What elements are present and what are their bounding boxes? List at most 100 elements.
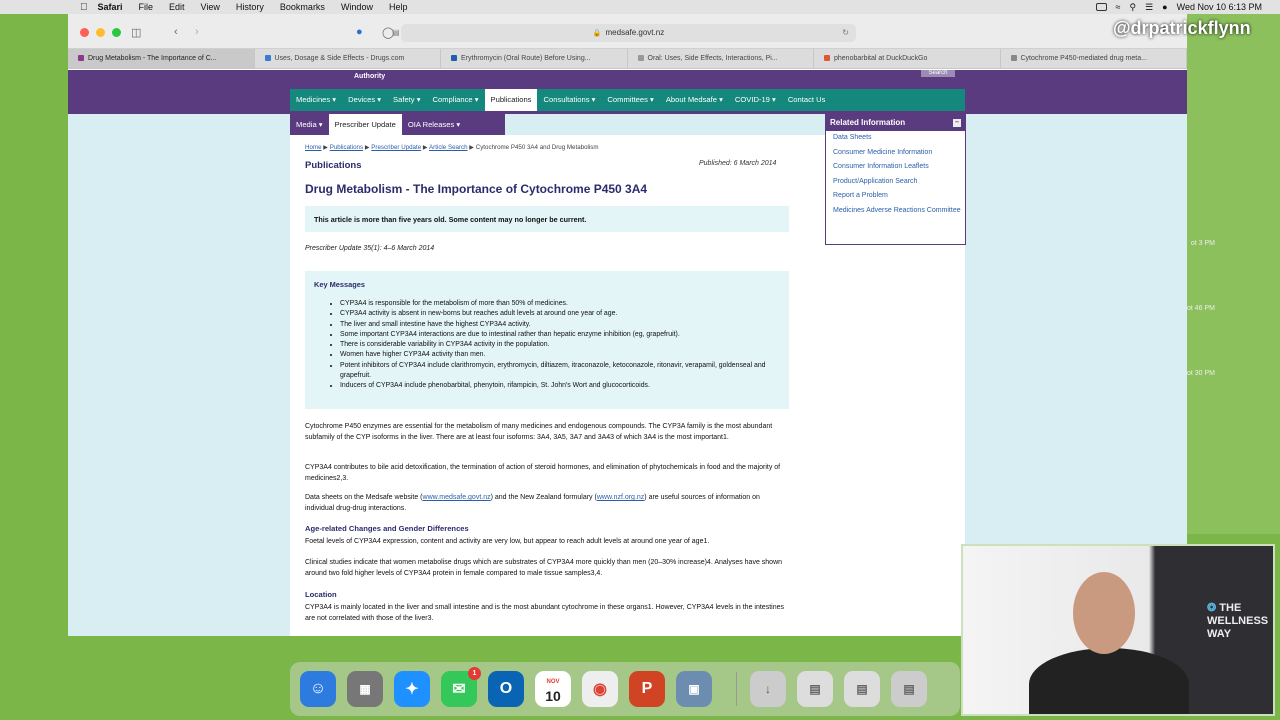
favicon-icon <box>451 55 457 62</box>
menu-window[interactable]: Window <box>341 2 373 12</box>
powerpoint-icon[interactable]: P <box>629 671 665 707</box>
list-item: There is considerable variability in CYP… <box>340 340 780 350</box>
safari-icon[interactable]: ✦ <box>394 671 430 707</box>
list-item: CYP3A4 is responsible for the metabolism… <box>340 299 780 309</box>
menu-file[interactable]: File <box>139 2 154 12</box>
browser-tab[interactable]: Cytochrome P450-mediated drug meta... <box>1001 49 1187 68</box>
zoom-button[interactable] <box>112 28 121 37</box>
related-link[interactable]: Consumer Information Leaflets <box>826 160 965 175</box>
main-nav: Medicines ▾ Devices ▾ Safety ▾ Complianc… <box>290 89 965 111</box>
presenter-body <box>1029 648 1189 714</box>
nav-devices[interactable]: Devices ▾ <box>342 89 387 111</box>
chrome-icon[interactable]: ◉ <box>582 671 618 707</box>
menu-clock[interactable]: Wed Nov 10 6:13 PM <box>1177 2 1262 12</box>
site-authority-text: Authority <box>354 73 386 80</box>
nav-label: Publications <box>490 95 532 104</box>
search-icon[interactable]: ⚲ <box>1130 2 1137 13</box>
menu-bookmarks[interactable]: Bookmarks <box>280 2 325 12</box>
nav-consultations[interactable]: Consultations ▾ <box>537 89 601 111</box>
document-thumbnail-icon[interactable]: ▤ <box>844 671 880 707</box>
sidebar-icon[interactable]: ◫ <box>131 26 141 39</box>
breadcrumb-link[interactable]: Prescriber Update <box>371 144 421 151</box>
outlook-icon[interactable]: O <box>488 671 524 707</box>
breadcrumb-link[interactable]: Publications <box>330 144 363 151</box>
paragraph-text: ) and the New Zealand formulary ( <box>490 494 597 501</box>
watermark: @drpatrickflynn <box>1113 18 1251 38</box>
nav-about[interactable]: About Medsafe ▾ <box>660 89 729 111</box>
browser-tab[interactable]: Drug Metabolism - The Importance of C... <box>68 49 255 68</box>
list-item: Women have higher CYP3A4 activity than m… <box>340 350 780 360</box>
nzf-link[interactable]: www.nzf.org.nz <box>597 494 644 501</box>
subnav-prescriber-update[interactable]: Prescriber Update <box>328 114 402 135</box>
nav-publications[interactable]: Publications <box>484 89 538 111</box>
document-thumbnail-icon[interactable]: ▤ <box>891 671 927 707</box>
control-center-icon[interactable]: ☰ <box>1145 2 1153 13</box>
notification-badge: 1 <box>468 667 481 680</box>
document-thumbnail-icon[interactable]: ▤ <box>797 671 833 707</box>
messages-icon[interactable]: ✉ 1 <box>441 667 481 707</box>
nav-contact[interactable]: Contact Us <box>782 89 832 111</box>
menu-history[interactable]: History <box>236 2 264 12</box>
related-link[interactable]: Product/Application Search <box>826 175 965 190</box>
breadcrumb-link[interactable]: Article Search <box>429 144 468 151</box>
related-link[interactable]: Report a Problem <box>826 189 965 204</box>
related-link[interactable]: Data Sheets <box>826 131 965 146</box>
logo-line: WELLNESS <box>1207 615 1269 627</box>
reload-icon[interactable]: ↻ <box>842 24 849 42</box>
desktop-file-label[interactable]: ot 46 PM <box>1185 305 1215 312</box>
tab-title: Uses, Dosage & Side Effects - Drugs.com <box>274 55 405 62</box>
address-bar[interactable]: ▤ 🔒 medsafe.govt.nz ↻ <box>392 24 856 42</box>
siri-icon[interactable]: ● <box>1162 2 1167 12</box>
menu-edit[interactable]: Edit <box>169 2 185 12</box>
list-item: Inducers of CYP3A4 include phenobarbital… <box>340 381 780 391</box>
subheading-age: Age-related Changes and Gender Differenc… <box>305 524 469 533</box>
collapse-icon[interactable]: – <box>953 119 961 127</box>
desktop-file-label[interactable]: ot 30 PM <box>1185 370 1215 377</box>
subnav-media[interactable]: Media ▾ <box>290 114 329 135</box>
battery-icon[interactable] <box>1095 3 1107 11</box>
site-search-button[interactable]: Search <box>921 70 955 77</box>
preview-icon[interactable]: ▣ <box>676 671 712 707</box>
nav-compliance[interactable]: Compliance ▾ <box>427 89 485 111</box>
menu-help[interactable]: Help <box>389 2 408 12</box>
nav-committees[interactable]: Committees ▾ <box>601 89 659 111</box>
browser-tab[interactable]: Erythromycin (Oral Route) Before Using..… <box>441 49 628 68</box>
nav-label: Compliance <box>432 95 473 104</box>
tab-title: phenobarbital at DuckDuckGo <box>834 55 928 62</box>
menu-app-name[interactable]: Safari <box>98 2 123 12</box>
forward-icon[interactable]: › <box>195 26 199 38</box>
minimize-button[interactable] <box>96 28 105 37</box>
launchpad-icon[interactable]: ▦ <box>347 671 383 707</box>
calendar-icon[interactable]: NOV 10 <box>535 671 571 707</box>
menu-view[interactable]: View <box>201 2 220 12</box>
finder-icon[interactable]: ☺ <box>300 671 336 707</box>
extension-icon[interactable]: ● <box>356 26 363 38</box>
breadcrumb-link[interactable]: Home <box>305 144 322 151</box>
browser-tab[interactable]: Uses, Dosage & Side Effects - Drugs.com <box>255 49 441 68</box>
apple-icon[interactable]:  <box>80 2 88 13</box>
wifi-icon[interactable]: ≈ <box>1116 2 1121 12</box>
subnav-label: Media <box>296 120 317 129</box>
related-link[interactable]: Medicines Adverse Reactions Committee <box>826 204 965 219</box>
window-controls <box>80 28 121 37</box>
desktop-file-label[interactable]: ot 3 PM <box>1185 240 1215 247</box>
download-stack-icon[interactable]: ↓ <box>750 671 786 707</box>
paragraph: Data sheets on the Medsafe website (www.… <box>305 492 789 514</box>
sub-nav: Media ▾ Prescriber Update OIA Releases ▾ <box>290 114 505 135</box>
nav-medicines[interactable]: Medicines ▾ <box>290 89 342 111</box>
nav-covid[interactable]: COVID-19 ▾ <box>729 89 782 111</box>
list-item: Potent inhibitors of CYP3A4 include clar… <box>340 361 780 382</box>
browser-tab[interactable]: phenobarbital at DuckDuckGo <box>814 49 1001 68</box>
browser-tab[interactable]: Oral: Uses, Side Effects, Interactions, … <box>628 49 814 68</box>
back-icon[interactable]: ‹ <box>174 26 178 38</box>
nav-safety[interactable]: Safety ▾ <box>387 89 426 111</box>
logo-line: WAY <box>1207 628 1232 640</box>
close-button[interactable] <box>80 28 89 37</box>
list-item: Some important CYP3A4 interactions are d… <box>340 330 780 340</box>
subnav-oia[interactable]: OIA Releases ▾ <box>402 114 466 135</box>
citation: Prescriber Update 35(1): 4–6 March 2014 <box>305 245 435 252</box>
medsafe-link[interactable]: www.medsafe.govt.nz <box>423 494 491 501</box>
url-text: medsafe.govt.nz <box>605 28 665 37</box>
related-link[interactable]: Consumer Medicine Information <box>826 146 965 161</box>
logo-line: THE <box>1219 602 1242 614</box>
